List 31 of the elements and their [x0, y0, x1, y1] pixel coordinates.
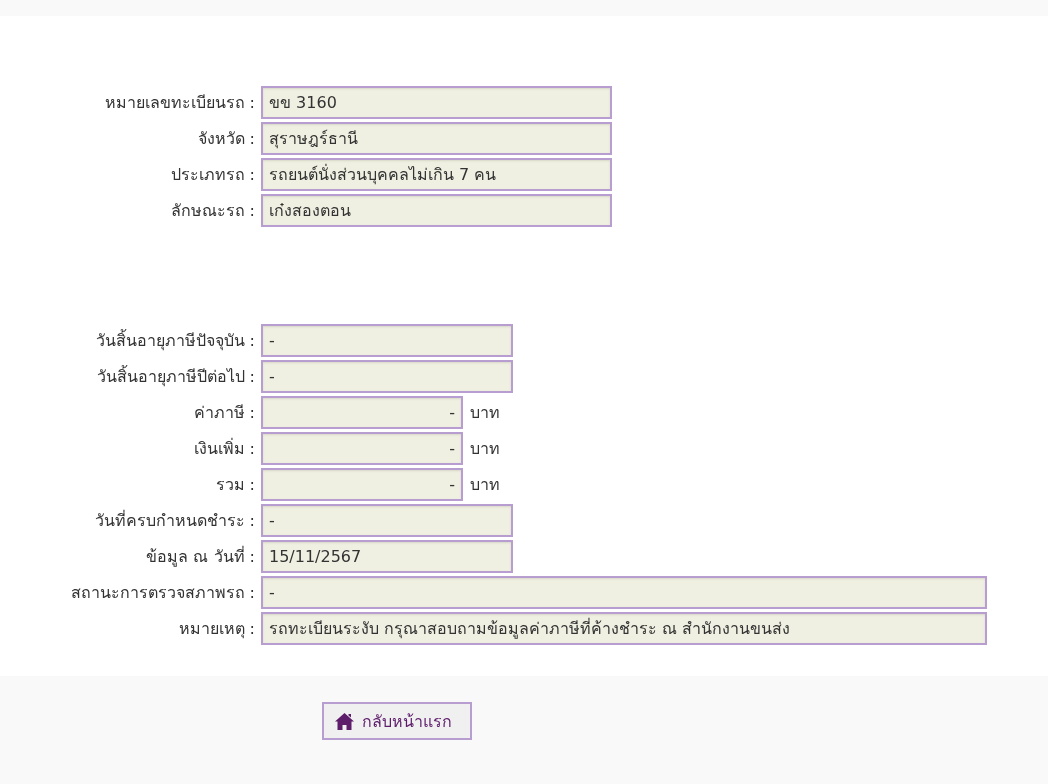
value-field: -	[261, 360, 513, 393]
unit-label: บาท	[470, 474, 500, 496]
value-field: -	[261, 396, 463, 429]
unit-label: บาท	[470, 402, 500, 424]
field-label: ลักษณะรถ :	[169, 200, 256, 222]
value-field: -	[261, 468, 463, 501]
value-field: รถยนต์นั่งส่วนบุคคลไม่เกิน 7 คน	[261, 158, 612, 191]
field-label: หมายเหตุ :	[177, 618, 256, 641]
field-label: วันสิ้นอายุภาษีปัจจุบัน :	[94, 328, 256, 353]
value-field: -	[261, 576, 987, 609]
value-field: -	[261, 432, 463, 465]
value-field: รถทะเบียนระงับ กรุณาสอบถามข้อมูลค่าภาษีที่ค้างชำระ ณ สำนักงานขนส่ง	[261, 612, 987, 645]
unit-label: บาท	[470, 438, 500, 460]
field-label: ข้อมูล ณ วันที่ :	[145, 545, 256, 569]
field-label: รวม :	[214, 474, 256, 496]
home-icon	[335, 712, 354, 730]
field-label: วันสิ้นอายุภาษีปีต่อไป :	[95, 364, 256, 389]
home-button[interactable]: กลับหน้าแรก	[322, 702, 472, 740]
field-label: สถานะการตรวจสภาพรถ :	[69, 582, 256, 604]
field-label: จังหวัด :	[196, 128, 256, 150]
value-field: เก๋งสองตอน	[261, 194, 612, 227]
value-field: สุราษฎร์ธานี	[261, 122, 612, 155]
field-label: เงินเพิ่ม :	[192, 437, 256, 460]
field-label: ค่าภาษี :	[192, 402, 256, 424]
value-field: -	[261, 324, 513, 357]
field-label: หมายเลขทะเบียนรถ :	[103, 92, 256, 114]
value-field: 15/11/2567	[261, 540, 513, 573]
value-field: -	[261, 504, 513, 537]
field-label: ประเภทรถ :	[169, 164, 256, 186]
field-label: วันที่ครบกำหนดชำระ :	[93, 509, 256, 532]
value-field: ขข 3160	[261, 86, 612, 119]
